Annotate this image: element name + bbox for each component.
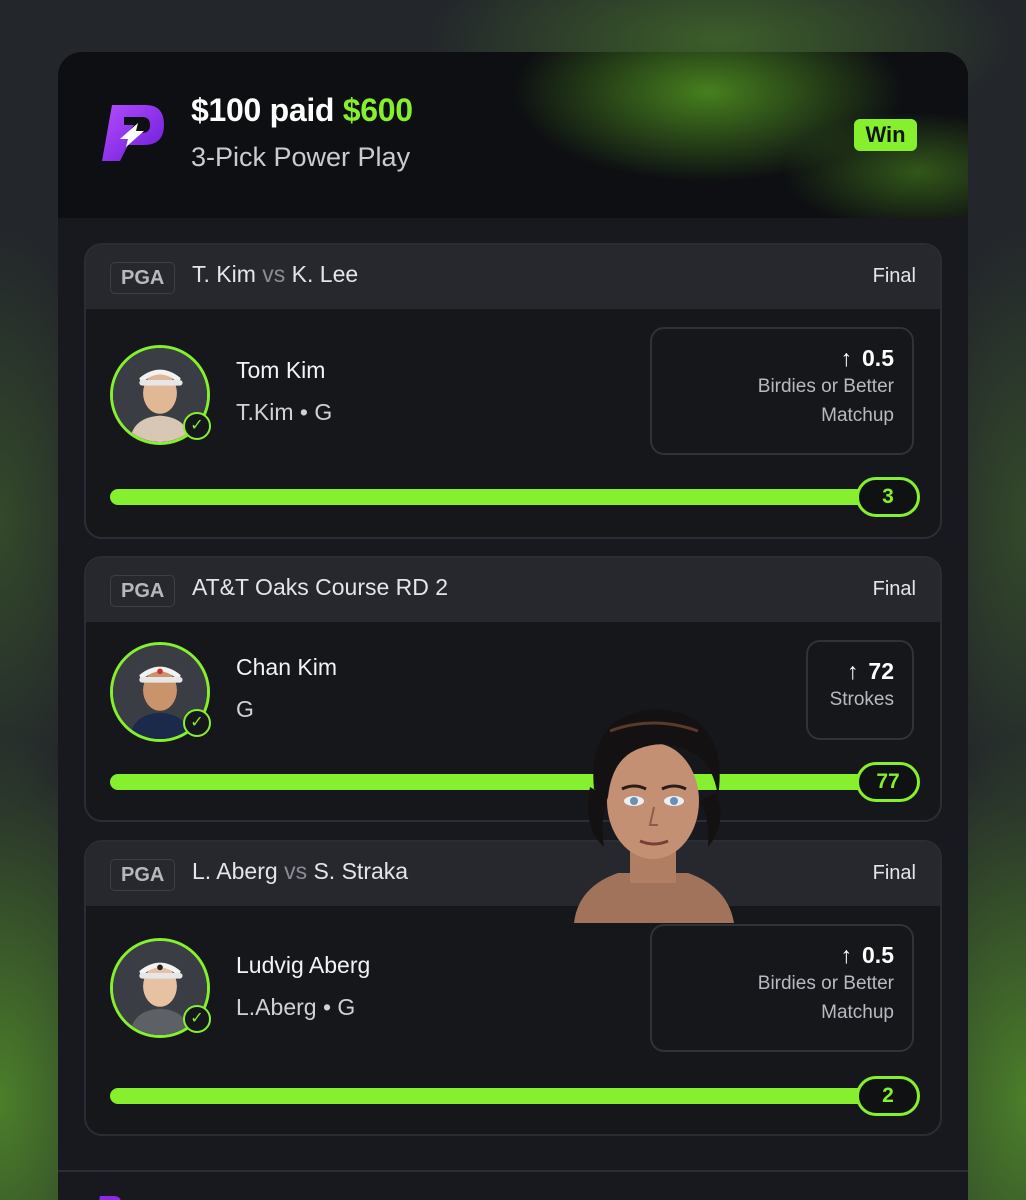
player-subtitle: T.Kim • G xyxy=(236,399,333,425)
pick-header: PGA AT&T Oaks Course RD 2 Final xyxy=(86,558,940,622)
projection-line: ↑ 0.5 xyxy=(670,942,894,969)
league-badge: PGA xyxy=(110,262,176,294)
stake-text: $100 paid xyxy=(191,92,335,128)
arrow-up-icon: ↑ xyxy=(846,658,859,684)
matchup-player-a: L. Aberg xyxy=(192,858,278,884)
progress-bar: 77 xyxy=(110,762,920,802)
projection-line: ↑ 72 xyxy=(826,658,894,685)
vs-label: vs xyxy=(262,261,286,287)
league-badge: PGA xyxy=(110,575,176,607)
league-badge: PGA xyxy=(110,859,176,891)
stat-type-secondary: Matchup xyxy=(821,1002,894,1023)
prizepicks-logo-icon xyxy=(99,1196,121,1200)
avatar: ✓ xyxy=(110,938,211,1038)
projection-value: 0.5 xyxy=(862,345,894,371)
result-value: 77 xyxy=(856,762,920,802)
player-subtitle: L.Aberg • G xyxy=(236,994,356,1020)
result-value: 2 xyxy=(856,1076,920,1116)
event-title: AT&T Oaks Course RD 2 xyxy=(192,574,449,600)
stat-type: Birdies or Better xyxy=(757,376,894,397)
checkmark-icon: ✓ xyxy=(183,709,211,737)
progress-bar: 2 xyxy=(110,1076,920,1116)
projection-value: 0.5 xyxy=(862,942,894,968)
pick-header: PGA L. Aberg vs S. Straka Final xyxy=(86,842,940,906)
pick-card[interactable]: PGA AT&T Oaks Course RD 2 Final ✓ Chan K… xyxy=(84,556,942,822)
matchup-player-a: T. Kim xyxy=(192,261,256,287)
vs-label: vs xyxy=(284,858,308,884)
stat-type: Birdies or Better xyxy=(757,973,894,994)
progress-fill xyxy=(110,489,918,505)
win-badge: Win xyxy=(854,119,917,151)
play-type: 3-Pick Power Play xyxy=(191,142,411,172)
game-status: Final xyxy=(872,862,916,884)
checkmark-icon: ✓ xyxy=(183,1005,211,1033)
player-name: Tom Kim xyxy=(236,357,326,383)
projection-value: 72 xyxy=(868,658,894,684)
matchup-title: T. Kim vs K. Lee xyxy=(192,261,358,288)
prizepicks-logo-icon xyxy=(102,105,164,161)
projection-box[interactable]: ↑ 0.5 Birdies or Better Matchup xyxy=(650,327,914,455)
entry-header: $100 paid $600 3-Pick Power Play Win xyxy=(58,52,968,218)
game-status: Final xyxy=(872,578,916,600)
progress-fill xyxy=(110,1088,918,1104)
arrow-up-icon: ↑ xyxy=(840,345,853,371)
matchup-player-b: K. Lee xyxy=(291,261,359,287)
progress-fill xyxy=(110,774,918,790)
player-subtitle: G xyxy=(236,696,254,722)
matchup-title: L. Aberg vs S. Straka xyxy=(192,858,408,885)
game-status: Final xyxy=(872,265,916,287)
pick-card[interactable]: PGA T. Kim vs K. Lee Final ✓ Tom Kim T.K… xyxy=(84,243,942,539)
checkmark-icon: ✓ xyxy=(183,412,211,440)
stat-type: Strokes xyxy=(829,689,894,710)
entry-title: $100 paid $600 xyxy=(191,92,413,129)
player-name: Ludvig Aberg xyxy=(236,952,371,978)
footer-divider xyxy=(58,1170,968,1172)
pick-card[interactable]: PGA L. Aberg vs S. Straka Final ✓ Ludvig… xyxy=(84,840,942,1136)
result-value: 3 xyxy=(856,477,920,517)
avatar: ✓ xyxy=(110,345,211,445)
entry-card: $100 paid $600 3-Pick Power Play Win PGA… xyxy=(58,52,968,1200)
matchup-player-b: S. Straka xyxy=(313,858,409,884)
progress-bar: 3 xyxy=(110,477,920,517)
pick-header: PGA T. Kim vs K. Lee Final xyxy=(86,245,940,309)
player-name: Chan Kim xyxy=(236,654,337,680)
avatar: ✓ xyxy=(110,642,211,742)
stat-type-secondary: Matchup xyxy=(821,405,894,426)
projection-box[interactable]: ↑ 0.5 Birdies or Better Matchup xyxy=(650,924,914,1052)
projection-line: ↑ 0.5 xyxy=(670,345,894,372)
arrow-up-icon: ↑ xyxy=(840,942,853,968)
illustrated-character-sticker xyxy=(574,709,734,923)
projection-box[interactable]: ↑ 72 Strokes xyxy=(806,640,914,740)
payout-amount: $600 xyxy=(342,92,413,128)
